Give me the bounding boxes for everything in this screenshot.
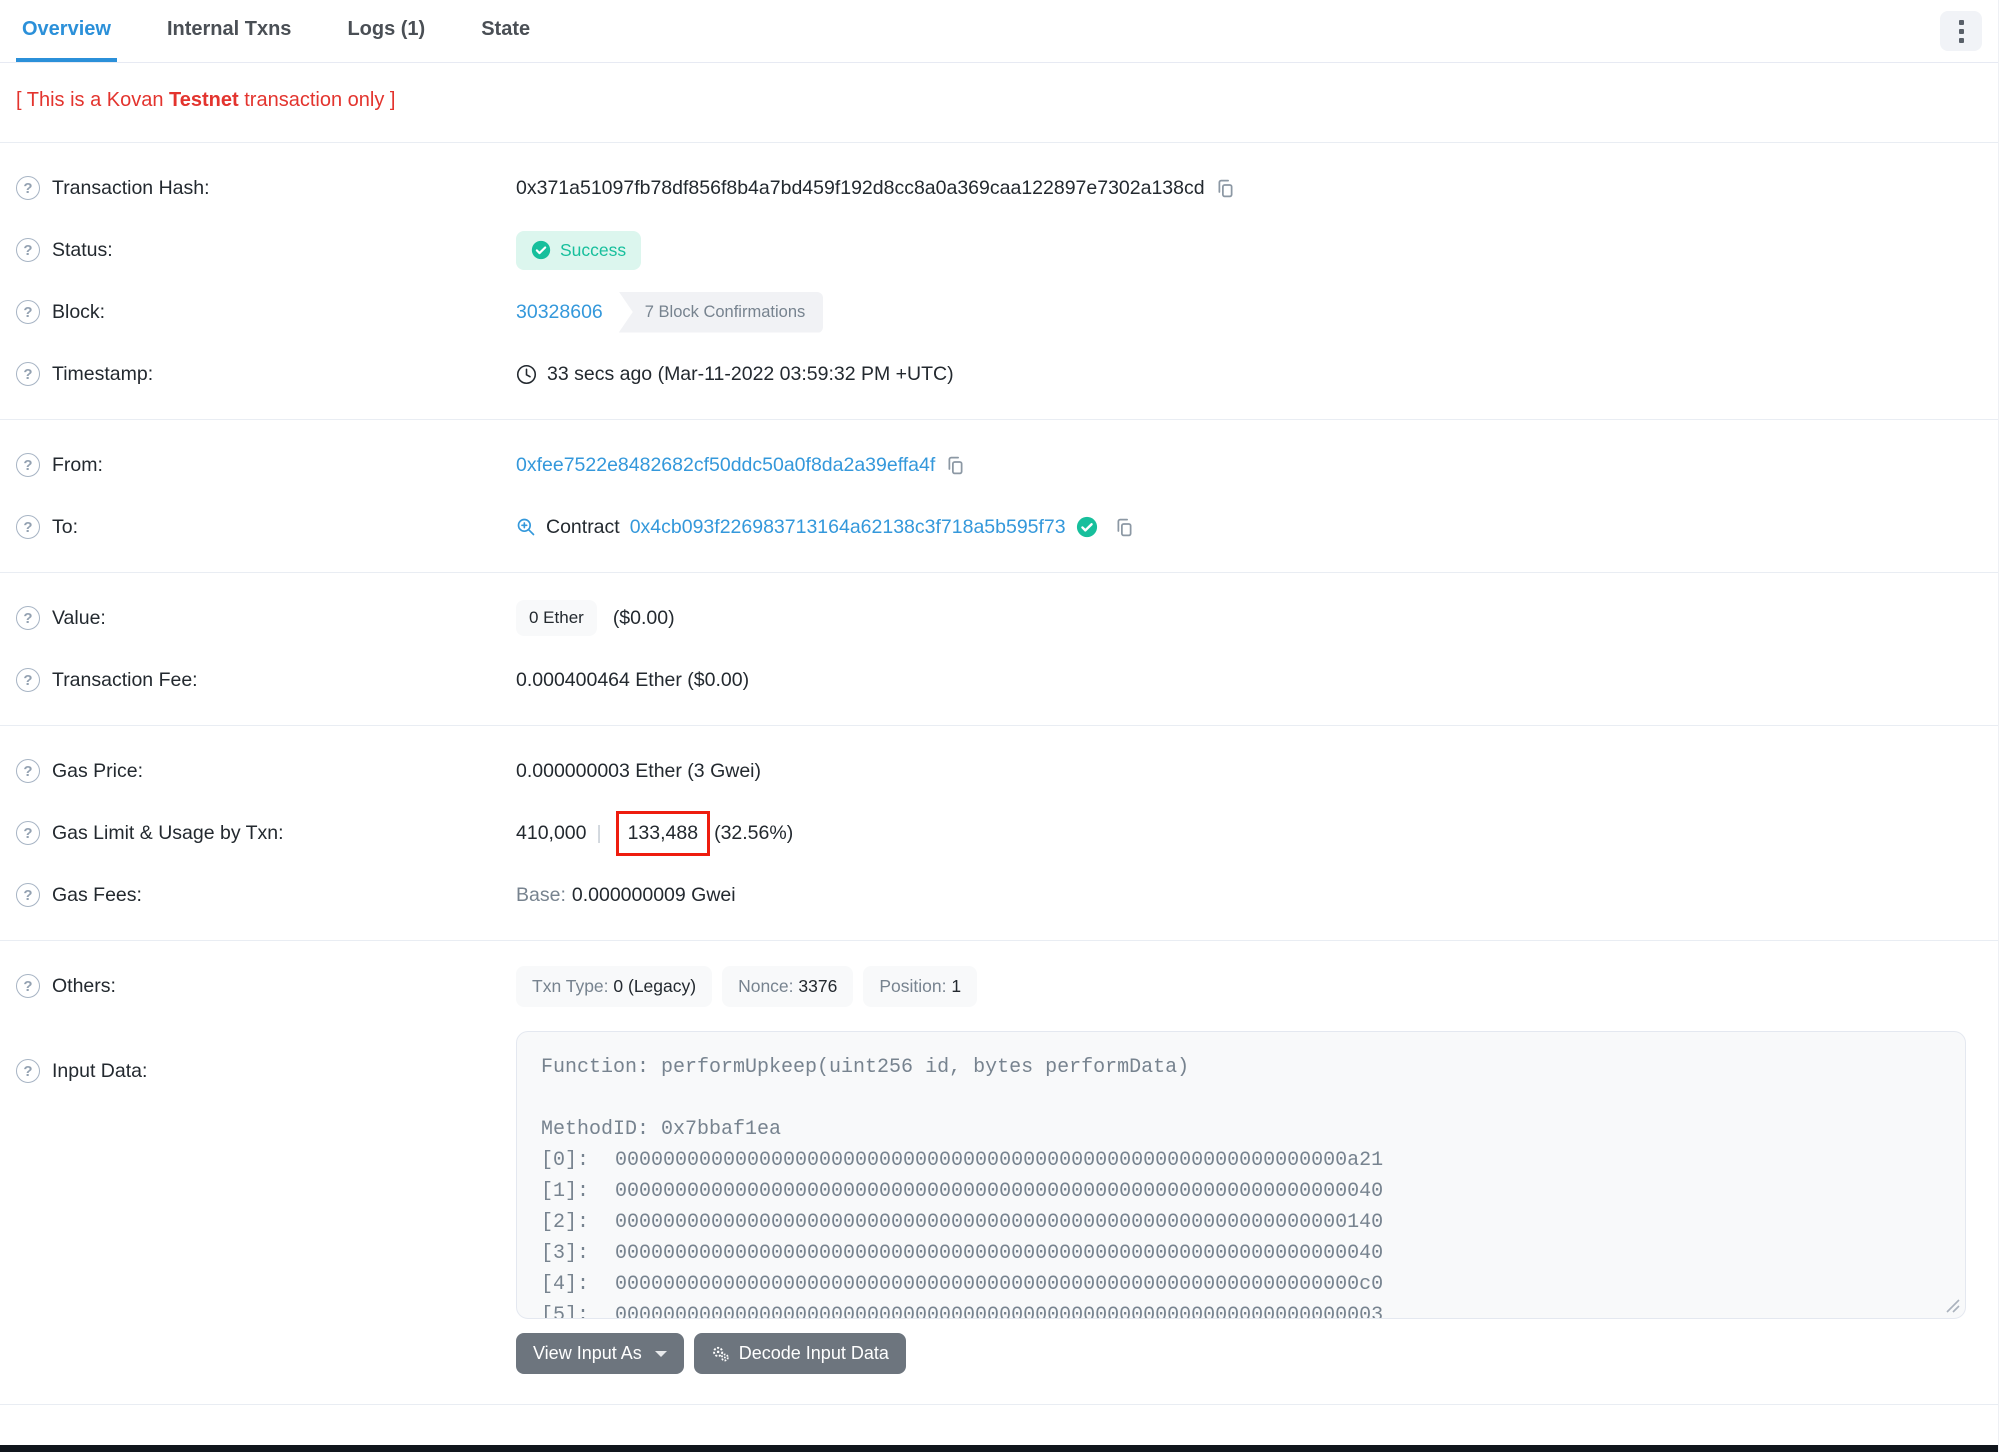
copy-icon[interactable] xyxy=(1114,517,1135,538)
help-icon[interactable]: ? xyxy=(16,974,40,998)
clock-icon xyxy=(516,364,537,384)
help-icon[interactable]: ? xyxy=(16,668,40,692)
help-icon[interactable]: ? xyxy=(16,238,40,262)
row-status: ? Status: Success xyxy=(0,219,1998,281)
transaction-fee-value: 0.000400464 Ether ($0.00) xyxy=(516,668,750,691)
timestamp-value: 33 secs ago (Mar-11-2022 03:59:32 PM +UT… xyxy=(547,362,954,385)
section-value: ? Value: 0 Ether ($0.00) ? Transaction F… xyxy=(0,573,1998,726)
help-icon[interactable]: ? xyxy=(16,606,40,630)
gas-price-label: Gas Price: xyxy=(52,759,144,782)
help-icon[interactable]: ? xyxy=(16,300,40,324)
verified-check-icon xyxy=(1076,516,1097,538)
hex-row: [2]: 000000000000000000000000000000000000… xyxy=(541,1211,1384,1234)
footer-top-edge xyxy=(0,1445,1998,1452)
help-icon[interactable]: ? xyxy=(16,453,40,477)
hex-row: [4]: 000000000000000000000000000000000000… xyxy=(541,1273,1384,1296)
copy-icon[interactable] xyxy=(1215,178,1236,199)
row-gas-limit-usage: ? Gas Limit & Usage by Txn: 410,000 | 13… xyxy=(0,802,1998,864)
gas-limit-label: Gas Limit & Usage by Txn: xyxy=(52,821,284,844)
section-addresses: ? From: 0xfee7522e8482682cf50ddc50a0f8da… xyxy=(0,420,1998,573)
tab-internal-txns[interactable]: Internal Txns xyxy=(161,0,297,62)
to-label: To: xyxy=(52,515,79,538)
section-others-input: ? Others: Txn Type: 0 (Legacy) Nonce: 33… xyxy=(0,941,1998,1405)
testnet-notice: [ This is a Kovan Testnet transaction on… xyxy=(0,63,1998,143)
from-label: From: xyxy=(52,453,103,476)
nonce-badge: Nonce: 3376 xyxy=(722,965,854,1007)
input-data-textarea[interactable]: Function: performUpkeep(uint256 id, byte… xyxy=(516,1031,1966,1319)
annotation-red-box: 133,488 xyxy=(615,810,711,856)
to-address-link[interactable]: 0x4cb093f226983713164a62138c3f718a5b595f… xyxy=(630,516,1066,539)
transaction-details-page: Overview Internal Txns Logs (1) State [ … xyxy=(0,0,1999,1452)
row-gas-price: ? Gas Price: 0.000000003 Ether (3 Gwei) xyxy=(0,740,1998,802)
gas-used-percent: (32.56%) xyxy=(714,821,794,844)
help-icon[interactable]: ? xyxy=(16,176,40,200)
help-icon[interactable]: ? xyxy=(16,883,40,907)
tab-logs[interactable]: Logs (1) xyxy=(341,0,431,62)
check-circle-icon xyxy=(531,240,551,260)
row-others: ? Others: Txn Type: 0 (Legacy) Nonce: 33… xyxy=(0,955,1998,1017)
others-label: Others: xyxy=(52,974,116,997)
row-input-data: ? Input Data: Function: performUpkeep(ui… xyxy=(0,1031,1998,1374)
from-address-link[interactable]: 0xfee7522e8482682cf50ddc50a0f8da2a39effa… xyxy=(516,454,935,477)
hex-row: [1]: 000000000000000000000000000000000000… xyxy=(541,1180,1384,1203)
status-label: Status: xyxy=(52,238,113,261)
row-gas-fees: ? Gas Fees: Base: 0.000000009 Gwei xyxy=(0,864,1998,926)
help-icon[interactable]: ? xyxy=(16,362,40,386)
chevron-down-icon xyxy=(654,1350,667,1357)
gas-separator: | xyxy=(596,821,602,844)
tab-bar: Overview Internal Txns Logs (1) State xyxy=(0,0,1998,63)
zoom-in-icon[interactable] xyxy=(516,517,536,537)
status-badge: Success xyxy=(516,230,642,270)
kebab-menu-button[interactable] xyxy=(1940,11,1982,51)
base-fee-value: 0.000000009 Gwei xyxy=(571,883,736,906)
tab-state[interactable]: State xyxy=(475,0,536,62)
section-gas: ? Gas Price: 0.000000003 Ether (3 Gwei) … xyxy=(0,726,1998,941)
block-label: Block: xyxy=(52,300,106,323)
help-icon[interactable]: ? xyxy=(16,515,40,539)
copy-icon[interactable] xyxy=(945,455,966,476)
hex-row: [0]: 000000000000000000000000000000000000… xyxy=(541,1149,1384,1172)
gas-fees-label: Gas Fees: xyxy=(52,883,142,906)
transaction-hash-label: Transaction Hash: xyxy=(52,176,210,199)
row-from: ? From: 0xfee7522e8482682cf50ddc50a0f8da… xyxy=(0,434,1998,496)
position-badge: Position: 1 xyxy=(863,965,978,1007)
resize-handle[interactable] xyxy=(1946,1299,1960,1313)
row-transaction-fee: ? Transaction Fee: 0.000400464 Ether ($0… xyxy=(0,649,1998,711)
help-icon[interactable]: ? xyxy=(16,759,40,783)
block-confirmations-badge: 7 Block Confirmations xyxy=(618,291,824,333)
gas-limit-value: 410,000 xyxy=(516,821,587,844)
usd-value: ($0.00) xyxy=(612,606,675,629)
row-block: ? Block: 30328606 7 Block Confirmations xyxy=(0,281,1998,343)
value-label: Value: xyxy=(52,606,106,629)
base-fee-label: Base: xyxy=(516,883,566,906)
block-number-link[interactable]: 30328606 xyxy=(516,301,603,324)
transaction-hash-value: 0x371a51097fb78df856f8b4a7bd459f192d8cc8… xyxy=(516,176,1205,199)
help-icon[interactable]: ? xyxy=(16,1059,40,1083)
gas-used-value: 133,488 xyxy=(627,821,699,844)
gears-icon xyxy=(712,1346,729,1362)
transaction-fee-label: Transaction Fee: xyxy=(52,668,198,691)
section-summary: ? Transaction Hash: 0x371a51097fb78df856… xyxy=(0,143,1998,420)
hex-row: [5]: 000000000000000000000000000000000000… xyxy=(541,1304,1384,1319)
txn-type-badge: Txn Type: 0 (Legacy) xyxy=(516,965,713,1007)
help-icon[interactable]: ? xyxy=(16,821,40,845)
view-input-as-button[interactable]: View Input As xyxy=(516,1333,684,1374)
row-timestamp: ? Timestamp: 33 secs ago (Mar-11-2022 03… xyxy=(0,343,1998,405)
function-line: Function: performUpkeep(uint256 id, byte… xyxy=(541,1056,1190,1079)
ether-value-badge: 0 Ether xyxy=(516,600,597,636)
row-to: ? To: Contract 0x4cb093f226983713164a621… xyxy=(0,496,1998,558)
row-value: ? Value: 0 Ether ($0.00) xyxy=(0,587,1998,649)
decode-input-data-button[interactable]: Decode Input Data xyxy=(693,1333,906,1374)
input-data-label: Input Data: xyxy=(52,1059,148,1082)
hex-row: [3]: 000000000000000000000000000000000000… xyxy=(541,1242,1384,1265)
tab-overview[interactable]: Overview xyxy=(16,0,117,62)
method-id-line: MethodID: 0x7bbaf1ea xyxy=(541,1118,782,1141)
gas-price-value: 0.000000003 Ether (3 Gwei) xyxy=(516,759,761,782)
timestamp-label: Timestamp: xyxy=(52,362,154,385)
row-transaction-hash: ? Transaction Hash: 0x371a51097fb78df856… xyxy=(0,157,1998,219)
contract-word: Contract xyxy=(546,515,620,538)
